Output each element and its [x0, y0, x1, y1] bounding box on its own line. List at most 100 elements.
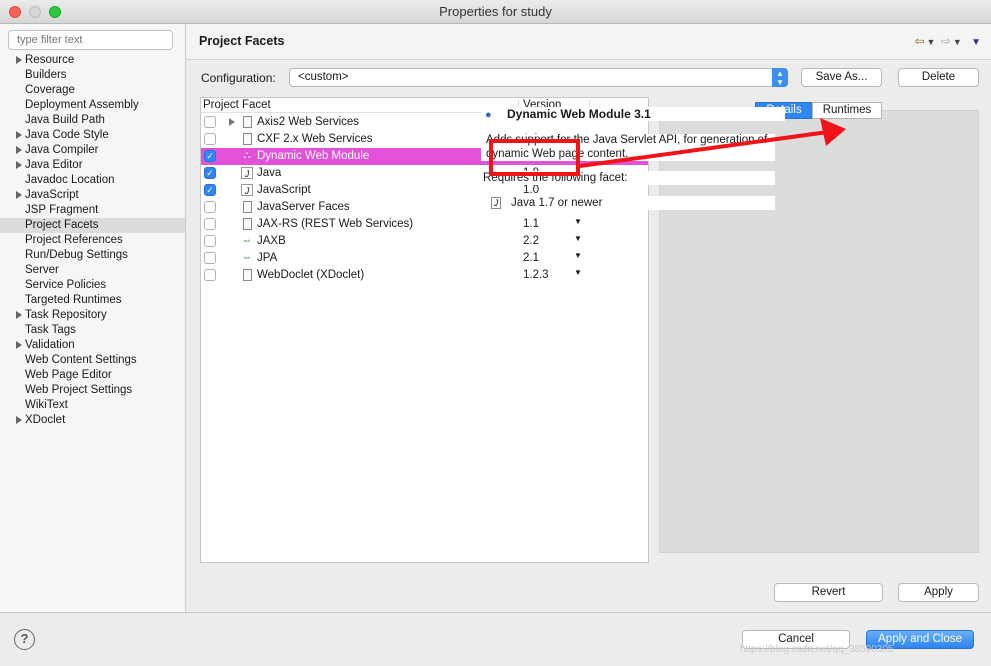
- sidebar-item-task-tags[interactable]: Task Tags: [0, 323, 185, 338]
- table-row[interactable]: ⇔ JAXB 2.2 ▼: [201, 233, 648, 250]
- document-icon: [243, 218, 252, 230]
- web-module-icon: ●: [485, 109, 492, 121]
- sidebar-item-label: Javadoc Location: [25, 174, 115, 186]
- select-arrows-icon: ▲ ▼: [772, 68, 788, 87]
- expand-arrow-icon[interactable]: [16, 56, 22, 64]
- sidebar-item-targeted-runtimes[interactable]: Targeted Runtimes: [0, 293, 185, 308]
- facet-checkbox[interactable]: ✓: [204, 184, 216, 196]
- sidebar-item-jsp-fragment[interactable]: JSP Fragment: [0, 203, 185, 218]
- delete-button[interactable]: Delete: [898, 68, 979, 87]
- zoom-window-button[interactable]: [49, 6, 61, 18]
- requirement-text: Java 1.7 or newer: [511, 197, 603, 209]
- sidebar-item-javascript[interactable]: JavaScript: [0, 188, 185, 203]
- close-window-button[interactable]: [9, 6, 21, 18]
- sidebar-item-java-build-path[interactable]: Java Build Path: [0, 113, 185, 128]
- web-module-icon: ⛬: [243, 150, 251, 161]
- forward-arrow-icon[interactable]: ⇨: [941, 34, 951, 48]
- forward-dropdown-icon[interactable]: ▼: [953, 37, 962, 47]
- tab-runtimes[interactable]: Runtimes: [812, 102, 882, 119]
- expand-arrow-icon[interactable]: [16, 131, 22, 139]
- view-menu-icon[interactable]: ▼: [971, 37, 981, 48]
- expand-arrow-icon[interactable]: [16, 161, 22, 169]
- sidebar-item-label: Java Editor: [25, 159, 83, 171]
- sidebar-item-label: Targeted Runtimes: [25, 294, 122, 306]
- facet-version[interactable]: 2.1: [523, 252, 539, 264]
- save-as-button[interactable]: Save As...: [801, 68, 882, 87]
- sidebar-item-label: Run/Debug Settings: [25, 249, 128, 261]
- facet-checkbox[interactable]: [204, 218, 216, 230]
- window-title: Properties for study: [439, 4, 552, 19]
- facet-checkbox[interactable]: ✓: [204, 150, 216, 162]
- table-row[interactable]: WebDoclet (XDoclet) 1.2.3 ▼: [201, 267, 648, 284]
- facet-checkbox[interactable]: [204, 133, 216, 145]
- column-project-facet[interactable]: Project Facet: [203, 99, 271, 111]
- sidebar-item-service-policies[interactable]: Service Policies: [0, 278, 185, 293]
- sidebar-item-project-facets[interactable]: Project Facets: [0, 218, 185, 233]
- title-bar: Properties for study: [0, 0, 991, 24]
- filter-input[interactable]: [8, 30, 173, 50]
- expand-arrow-icon[interactable]: [229, 118, 235, 126]
- facet-version[interactable]: 1.0: [523, 184, 539, 196]
- sidebar-item-label: Web Project Settings: [25, 384, 133, 396]
- sidebar-item-resource[interactable]: Resource: [0, 53, 185, 68]
- table-row[interactable]: JAX-RS (REST Web Services) 1.1 ▼: [201, 216, 648, 233]
- expand-arrow-icon[interactable]: [16, 341, 22, 349]
- sidebar-item-run-debug-settings[interactable]: Run/Debug Settings: [0, 248, 185, 263]
- facet-checkbox[interactable]: [204, 269, 216, 281]
- revert-button[interactable]: Revert: [774, 583, 883, 602]
- requires-label: Requires the following facet:: [481, 171, 775, 185]
- version-dropdown-icon[interactable]: ▼: [574, 217, 582, 226]
- version-dropdown-icon[interactable]: ▼: [574, 234, 582, 243]
- sidebar-item-java-compiler[interactable]: Java Compiler: [0, 143, 185, 158]
- help-icon[interactable]: ?: [14, 629, 35, 650]
- sidebar-item-deployment-assembly[interactable]: Deployment Assembly: [0, 98, 185, 113]
- sidebar-item-task-repository[interactable]: Task Repository: [0, 308, 185, 323]
- version-dropdown-icon[interactable]: ▼: [574, 268, 582, 277]
- facet-checkbox[interactable]: [204, 201, 216, 213]
- sidebar-item-web-content-settings[interactable]: Web Content Settings: [0, 353, 185, 368]
- watermark: https://blog.csdn.net/qq_38590305: [740, 644, 894, 655]
- sidebar-item-label: Java Build Path: [25, 114, 105, 126]
- sidebar-tree: Resource Builders Coverage Deployment Assem…: [0, 53, 185, 428]
- sidebar-item-label: JSP Fragment: [25, 204, 99, 216]
- sidebar-item-coverage[interactable]: Coverage: [0, 83, 185, 98]
- expand-arrow-icon[interactable]: [16, 191, 22, 199]
- sidebar-item-web-page-editor[interactable]: Web Page Editor: [0, 368, 185, 383]
- expand-arrow-icon[interactable]: [16, 416, 22, 424]
- sidebar-item-validation[interactable]: Validation: [0, 338, 185, 353]
- facet-checkbox[interactable]: [204, 252, 216, 264]
- facet-version[interactable]: 1.1: [523, 218, 539, 230]
- sidebar-item-label: Service Policies: [25, 279, 107, 291]
- facet-version[interactable]: 2.2: [523, 235, 539, 247]
- sidebar-item-web-project-settings[interactable]: Web Project Settings: [0, 383, 185, 398]
- version-dropdown-icon[interactable]: ▼: [574, 251, 582, 260]
- sidebar-item-javadoc-location[interactable]: Javadoc Location: [0, 173, 185, 188]
- back-dropdown-icon[interactable]: ▼: [927, 37, 936, 47]
- minimize-window-button[interactable]: [29, 6, 41, 18]
- sidebar-item-java-editor[interactable]: Java Editor: [0, 158, 185, 173]
- facet-checkbox[interactable]: [204, 116, 216, 128]
- sidebar-item-wikitext[interactable]: WikiText: [0, 398, 185, 413]
- expand-arrow-icon[interactable]: [16, 146, 22, 154]
- apply-button[interactable]: Apply: [898, 583, 979, 602]
- table-row[interactable]: ⇔ JPA 2.1 ▼: [201, 250, 648, 267]
- facet-version[interactable]: 1.2.3: [523, 269, 549, 281]
- sidebar-item-project-references[interactable]: Project References: [0, 233, 185, 248]
- configuration-value: <custom>: [298, 71, 349, 83]
- sidebar-item-label: JavaScript: [25, 189, 79, 201]
- sidebar-item-label: Server: [25, 264, 59, 276]
- sidebar-item-java-code-style[interactable]: Java Code Style: [0, 128, 185, 143]
- back-arrow-icon[interactable]: ⇦: [914, 34, 924, 48]
- sidebar-item-server[interactable]: Server: [0, 263, 185, 278]
- sidebar-item-label: Coverage: [25, 84, 75, 96]
- details-title: ● Dynamic Web Module 3.1: [481, 107, 785, 121]
- sidebar-item-builders[interactable]: Builders: [0, 68, 185, 83]
- facet-name: JAXB: [257, 235, 286, 247]
- sidebar-item-xdoclet[interactable]: XDoclet: [0, 413, 185, 428]
- expand-arrow-icon[interactable]: [16, 311, 22, 319]
- configuration-select[interactable]: <custom> ▲ ▼: [289, 68, 788, 87]
- facet-checkbox[interactable]: [204, 235, 216, 247]
- sidebar-item-label: Resource: [25, 54, 75, 66]
- facet-checkbox[interactable]: ✓: [204, 167, 216, 179]
- sidebar-item-label: Web Page Editor: [25, 369, 112, 381]
